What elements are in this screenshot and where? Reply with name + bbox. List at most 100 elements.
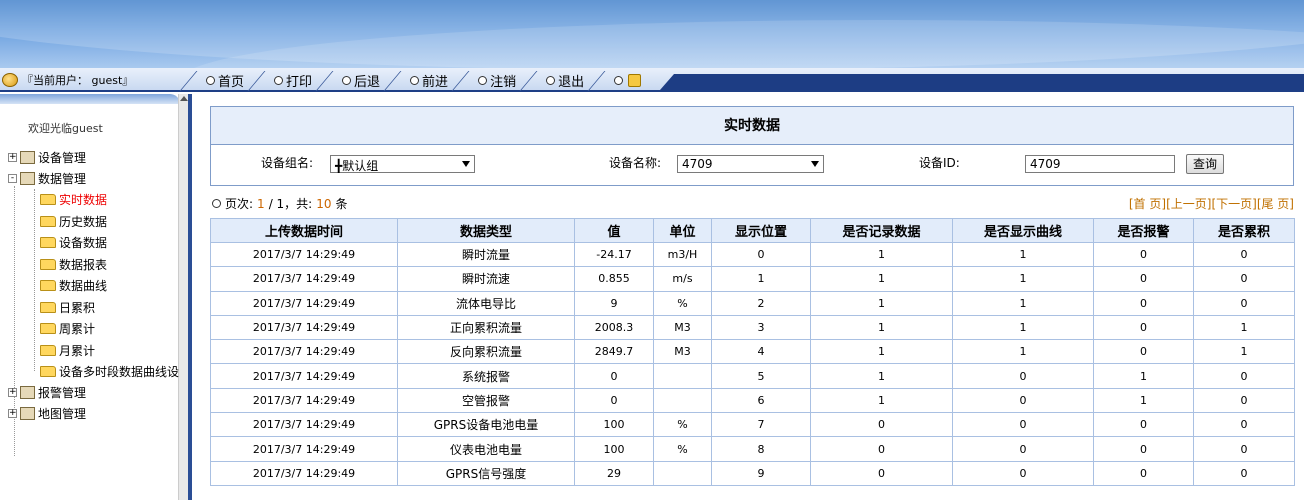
table-cell: 100: [574, 436, 654, 462]
sidebar-scrollbar[interactable]: [178, 94, 188, 500]
scroll-up-icon[interactable]: [180, 96, 188, 101]
sidebar-item-history-data[interactable]: 历史数据: [40, 213, 107, 230]
sidebar-item-data-report[interactable]: 数据报表: [40, 256, 107, 273]
table-cell: 系统报警: [397, 363, 575, 389]
pager-prev[interactable]: [上一页]: [1166, 195, 1211, 212]
table-cell: 1: [810, 266, 953, 292]
column-header: 数据类型: [397, 218, 575, 243]
page-title: 实时数据: [211, 107, 1293, 145]
query-button[interactable]: 查询: [1186, 154, 1224, 174]
table-cell: 1: [1093, 363, 1194, 389]
table-cell: %: [653, 290, 712, 316]
sidebar-item-data-curve[interactable]: 数据曲线: [40, 277, 107, 294]
table-cell: 0: [1193, 436, 1295, 462]
table-cell: [653, 363, 712, 389]
table-cell: 1: [1093, 387, 1194, 414]
page-info: 页次: 1 / 1，共: 10 条: [212, 195, 348, 212]
pager-next[interactable]: [下一页]: [1211, 195, 1256, 212]
table-cell: 0: [1093, 241, 1194, 268]
nav-print[interactable]: 打印: [254, 69, 322, 91]
nav-back[interactable]: 后退: [322, 69, 390, 91]
sidebar-item-label: 历史数据: [59, 215, 108, 229]
sidebar-item-multi-period-curve[interactable]: 设备多时段数据曲线设: [40, 363, 179, 380]
sidebar-item-label: 设备数据: [59, 236, 108, 250]
table-cell: m/s: [653, 266, 712, 292]
pager-first[interactable]: [首 页]: [1129, 195, 1166, 212]
table-cell: 0: [952, 436, 1094, 462]
table-cell: %: [653, 436, 712, 462]
device-id-input[interactable]: 4709: [1025, 155, 1175, 173]
welcome-text: 欢迎光临guest: [28, 122, 103, 135]
collapse-icon[interactable]: -: [8, 174, 17, 183]
table-row: 2017/3/7 14:29:49 瞬时流量 -24.17 m3/H 0 1 1 0 0: [210, 241, 1295, 268]
table-cell: 流体电导比: [397, 290, 575, 316]
folder-icon: [40, 366, 56, 377]
sidebar-item-label: 周累计: [59, 322, 96, 336]
page-info-separator: / 1，共:: [268, 197, 313, 211]
table-cell: 0: [952, 387, 1094, 414]
device-id-label: 设备ID:: [919, 156, 960, 170]
table-cell: 1: [711, 266, 811, 292]
sidebar-item-label: 数据报表: [59, 258, 108, 272]
table-cell: 1: [952, 266, 1094, 292]
expand-icon[interactable]: +: [8, 153, 17, 162]
device-name-select[interactable]: 4709: [677, 155, 824, 173]
expand-icon[interactable]: +: [8, 409, 17, 418]
nav-exit[interactable]: 退出: [526, 69, 594, 91]
nav-forward-label: 前进: [422, 74, 449, 90]
nav-lock[interactable]: [594, 69, 651, 91]
current-user-label: 『当前用户： guest』: [22, 74, 134, 87]
nav-logout[interactable]: 注销: [458, 69, 526, 91]
group-select[interactable]: ╋默认组: [330, 155, 475, 173]
folder-icon: [40, 194, 56, 205]
table-cell: 0: [952, 460, 1094, 486]
table-cell: 反向累积流量: [397, 339, 575, 365]
page-info-prefix: 页次:: [225, 197, 254, 211]
cabinet-icon: [20, 407, 35, 420]
sidebar-item-alarm-management[interactable]: + 报警管理: [8, 384, 86, 401]
table-cell: M3: [653, 314, 712, 341]
pager-last[interactable]: [尾 页]: [1257, 195, 1294, 212]
table-row: 2017/3/7 14:29:49 瞬时流速 0.855 m/s 1 1 1 0 0: [210, 266, 1295, 292]
table-cell: 0: [574, 363, 654, 389]
folder-icon: [40, 323, 56, 334]
nav-exit-label: 退出: [558, 74, 585, 90]
table-row: 2017/3/7 14:29:49 空管报警 0 6 1 0 1 0: [210, 387, 1295, 414]
table-cell: 2017/3/7 14:29:49: [210, 412, 398, 438]
sidebar-item-realtime-data[interactable]: 实时数据: [40, 191, 107, 208]
table-cell: GPRS信号强度: [397, 460, 575, 486]
table-cell: 9: [574, 290, 654, 316]
table-body: 2017/3/7 14:29:49 瞬时流量 -24.17 m3/H 0 1 1 0 0 2017…: [210, 241, 1295, 486]
table-cell: 0: [711, 241, 811, 268]
table-cell: 1: [952, 290, 1094, 316]
sidebar-item-device-management[interactable]: + 设备管理: [8, 149, 86, 166]
expand-icon[interactable]: +: [8, 388, 17, 397]
sidebar-item-monthly-total[interactable]: 月累计: [40, 342, 95, 359]
page-current: 1: [257, 196, 265, 211]
table-cell: 空管报警: [397, 387, 575, 414]
table-row: 2017/3/7 14:29:49 正向累积流量 2008.3 M3 3 1 1 0 1: [210, 314, 1295, 341]
sidebar-item-weekly-total[interactable]: 周累计: [40, 320, 95, 337]
nav-forward[interactable]: 前进: [390, 69, 458, 91]
table-cell: 0: [574, 387, 654, 414]
sidebar-item-device-data[interactable]: 设备数据: [40, 234, 107, 251]
table-cell: M3: [653, 339, 712, 365]
sidebar-item-map-management[interactable]: + 地图管理: [8, 405, 86, 422]
table-cell: 2017/3/7 14:29:49: [210, 241, 398, 268]
table-cell: 0: [1093, 436, 1194, 462]
table-cell: 2: [711, 290, 811, 316]
table-cell: 8: [711, 436, 811, 462]
table-cell: 1: [810, 387, 953, 414]
sidebar-item-daily-accumulation[interactable]: 日累积: [40, 299, 95, 316]
column-header: 是否报警: [1093, 218, 1194, 243]
sidebar-item-data-management[interactable]: - 数据管理: [8, 170, 86, 187]
sidebar-item-label: 地图管理: [38, 407, 87, 421]
table-row: 2017/3/7 14:29:49 仪表电池电量 100% 8 0 0 0 0: [210, 436, 1295, 462]
folder-icon: [40, 237, 56, 248]
table-row: 2017/3/7 14:29:49 流体电导比 9% 2 1 1 0 0: [210, 290, 1295, 316]
table-cell: 2017/3/7 14:29:49: [210, 387, 398, 414]
nav-home[interactable]: 首页: [186, 69, 254, 91]
table-cell: 0.855: [574, 266, 654, 292]
table-cell: 1: [810, 290, 953, 316]
sidebar: 欢迎光临guest + 设备管理 - 数据管理 实时数据 历史数据 设备数据 数据报…: [0, 94, 192, 500]
